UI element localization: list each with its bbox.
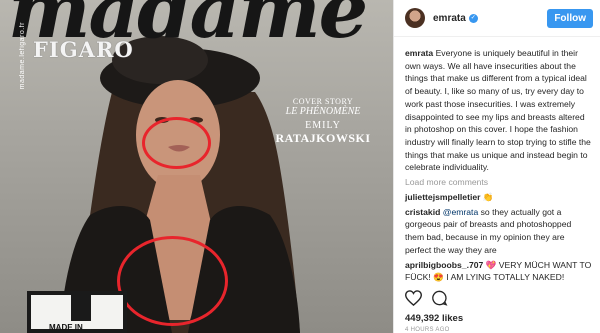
post-timestamp: 4 HOURS AGO (405, 327, 450, 333)
caption-username[interactable]: emrata (405, 48, 433, 58)
likes-count[interactable]: 449,392 likes (405, 313, 463, 324)
cover-story-last-name: RATAJKOWSKI (275, 131, 371, 145)
comment-username[interactable]: juliettejsmpelletier (405, 192, 480, 202)
clap-emoji: 👏 (482, 192, 494, 203)
comments-list: emrata Everyone is uniquely beautiful in… (394, 37, 600, 284)
avatar[interactable] (405, 8, 425, 28)
header-username[interactable]: emrata (433, 13, 466, 24)
verified-icon: ✓ (468, 13, 478, 23)
load-more-comments-link[interactable]: Load more comments (405, 176, 592, 189)
caption-text: Everyone is uniquely beautiful in their … (405, 48, 591, 173)
cover-story-block: COVER STORY LE PHÉNOMÈNE EMILY RATAJKOWS… (267, 97, 379, 146)
follow-button[interactable]: Follow (547, 8, 593, 28)
badge-bar (71, 295, 91, 321)
comment-item: cristakid @emrata so they actually got a… (405, 206, 592, 257)
badge-label: MADE IN (49, 323, 83, 332)
comment-icon[interactable] (431, 290, 448, 311)
masthead-subtitle: FIGARO (33, 37, 134, 62)
post-header: emrata ✓ Follow (394, 0, 600, 37)
post-photo[interactable]: madame FIGARO madame.lefigaro.fr COVER S… (0, 0, 393, 333)
lips-highlight-circle (142, 117, 211, 169)
post-sidebar: emrata ✓ Follow emrata Everyone is uniqu… (393, 0, 600, 333)
action-bar (404, 290, 448, 311)
cover-story-first-name: EMILY (305, 120, 341, 131)
comment-item: juliettejsmpelletier 👏 (405, 191, 592, 204)
love-eyes-emoji: 😍 (433, 272, 444, 283)
chest-highlight-circle (117, 236, 228, 326)
made-in-badge: MADE IN (27, 291, 127, 333)
comment-username[interactable]: cristakid (405, 207, 440, 217)
cover-story-title: LE PHÉNOMÈNE (285, 106, 361, 117)
heart-emoji: 💖 (485, 259, 497, 270)
heart-icon[interactable] (404, 290, 423, 311)
comment-text-2: I AM LYING TOTALLY NAKED! (443, 272, 565, 283)
cover-story-kicker: COVER STORY (292, 97, 354, 106)
caption: emrata Everyone is uniquely beautiful in… (405, 47, 592, 174)
comment-item: aprilbigboobs_.707 💖 VERY MÜCH WANT TO F… (405, 259, 592, 284)
masthead-url: madame.lefigaro.fr (19, 22, 26, 90)
comment-username[interactable]: aprilbigboobs_.707 (405, 260, 483, 270)
comment-mention[interactable]: @emrata (443, 207, 478, 217)
